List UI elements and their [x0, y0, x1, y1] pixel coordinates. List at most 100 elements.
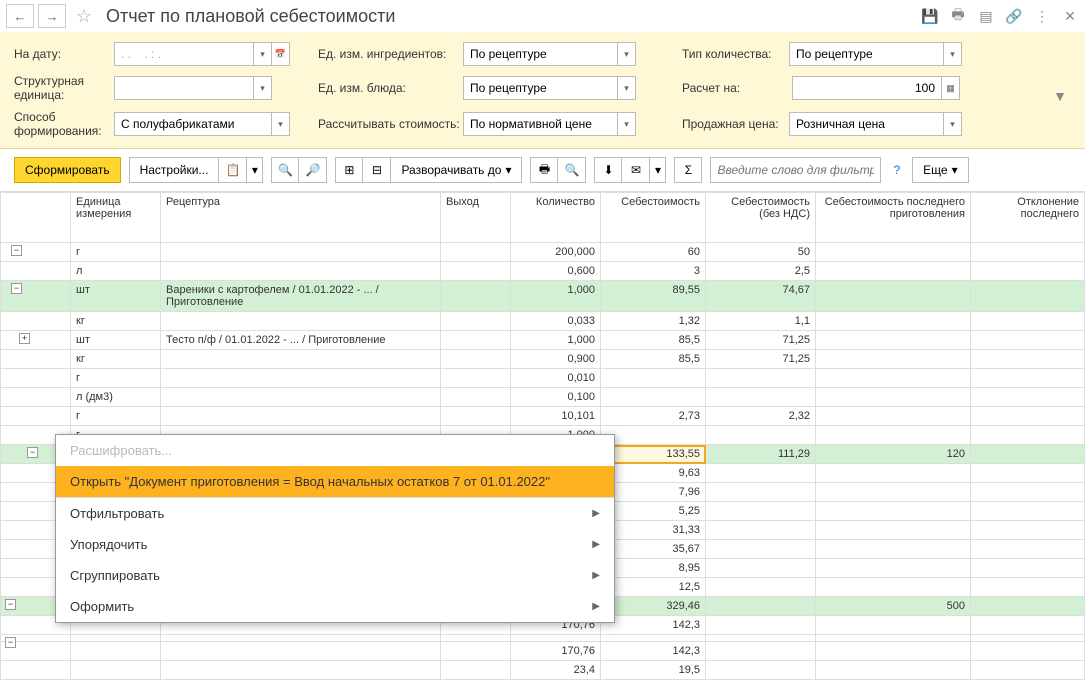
tree-toggle-icon[interactable]: +: [19, 333, 30, 344]
cost-header[interactable]: Себестоимость: [601, 193, 706, 243]
ingr-unit-input[interactable]: [463, 42, 618, 66]
cost-last-cell: [816, 642, 971, 661]
date-dropdown-button[interactable]: ▾: [254, 42, 272, 66]
table-row[interactable]: кг 0,900 85,5 71,25: [1, 350, 1085, 369]
cost-novat-cell: [706, 661, 816, 680]
output-cell: [441, 369, 511, 388]
preview-button[interactable]: 🔍: [558, 157, 586, 183]
date-input[interactable]: [114, 42, 254, 66]
print-button[interactable]: 🖶: [530, 157, 558, 183]
table-row[interactable]: кг 0,033 1,32 1,1: [1, 312, 1085, 331]
table-row[interactable]: л 0,600 3 2,5: [1, 262, 1085, 281]
recipe-cell: [161, 407, 441, 426]
save-file-button[interactable]: ⬇: [594, 157, 622, 183]
qty-type-input[interactable]: [789, 42, 944, 66]
tree-cell: [1, 312, 71, 331]
deviation-cell: [971, 407, 1085, 426]
unit-cell: г: [71, 243, 161, 262]
document-icon[interactable]: ▤: [977, 7, 995, 25]
tree-toggle-icon[interactable]: −: [5, 599, 16, 610]
dish-unit-input[interactable]: [463, 76, 618, 100]
method-input[interactable]: [114, 112, 272, 136]
price-input[interactable]: [789, 112, 944, 136]
ctx-filter[interactable]: Отфильтровать▶: [56, 498, 614, 529]
price-dropdown[interactable]: ▾: [944, 112, 962, 136]
struct-unit-dropdown[interactable]: ▾: [254, 76, 272, 100]
cost-cell: 12,5: [601, 578, 706, 597]
tree-toggle-icon[interactable]: −: [27, 447, 38, 458]
qty-type-dropdown[interactable]: ▾: [944, 42, 962, 66]
deviation-cell: [971, 616, 1085, 635]
ctx-sort[interactable]: Упорядочить▶: [56, 529, 614, 560]
tree-toggle-icon[interactable]: −: [11, 283, 22, 294]
sum-button[interactable]: Σ: [674, 157, 702, 183]
cost-last-cell: 500: [816, 597, 971, 616]
collapse-all-button[interactable]: ⊟: [363, 157, 391, 183]
link-icon[interactable]: 🔗: [1005, 7, 1023, 25]
cost-calc-dropdown[interactable]: ▾: [618, 112, 636, 136]
ctx-group[interactable]: Сгруппировать▶: [56, 560, 614, 591]
unit-header[interactable]: Единица измерения: [71, 193, 161, 243]
cost-cell: 8,95: [601, 559, 706, 578]
more-button[interactable]: Еще ▾: [912, 157, 968, 183]
ctx-format[interactable]: Оформить▶: [56, 591, 614, 622]
struct-unit-input[interactable]: [114, 76, 254, 100]
settings-button[interactable]: Настройки...: [129, 157, 220, 183]
recipe-header[interactable]: Рецептура: [161, 193, 441, 243]
table-row[interactable]: −: [1, 635, 1085, 642]
expand-to-button[interactable]: Разворачивать до ▾: [391, 157, 522, 183]
calc-input[interactable]: [792, 76, 942, 100]
variant-dropdown[interactable]: ▾: [247, 157, 263, 183]
tree-toggle-icon[interactable]: −: [11, 245, 22, 256]
table-row[interactable]: − шт Вареники с картофелем / 01.01.2022 …: [1, 281, 1085, 312]
method-dropdown[interactable]: ▾: [272, 112, 290, 136]
ctx-open-document[interactable]: Открыть "Документ приготовления = Ввод н…: [56, 466, 614, 497]
cost-novat-header[interactable]: Себестоимость (без НДС): [706, 193, 816, 243]
cost-last-cell: [816, 262, 971, 281]
save-icon[interactable]: 💾: [921, 7, 939, 25]
help-link[interactable]: ?: [893, 163, 900, 177]
table-row[interactable]: 23,4 19,5: [1, 661, 1085, 680]
tree-cell: −: [1, 635, 71, 642]
back-button[interactable]: ←: [6, 4, 34, 28]
output-header[interactable]: Выход: [441, 193, 511, 243]
table-row[interactable]: л (дм3) 0,100: [1, 388, 1085, 407]
deviation-header[interactable]: Отклонение последнего: [971, 193, 1085, 243]
generate-button[interactable]: Сформировать: [14, 157, 121, 183]
favorite-icon[interactable]: ☆: [74, 6, 94, 26]
ingr-unit-dropdown[interactable]: ▾: [618, 42, 636, 66]
table-row[interactable]: г 10,101 2,73 2,32: [1, 407, 1085, 426]
search-button[interactable]: 🔍: [271, 157, 299, 183]
toolbar: Сформировать Настройки... 📋 ▾ 🔍 🔎 ⊞ ⊟ Ра…: [0, 149, 1085, 192]
qty-cell: 0,900: [511, 350, 601, 369]
date-calendar-button[interactable]: 📅: [272, 42, 290, 66]
deviation-cell: [971, 312, 1085, 331]
cost-last-cell: [816, 502, 971, 521]
table-row[interactable]: + шт Тесто п/ф / 01.01.2022 - ... / Приг…: [1, 331, 1085, 350]
expand-all-button[interactable]: ⊞: [335, 157, 363, 183]
search-next-button[interactable]: 🔎: [299, 157, 327, 183]
deviation-cell: [971, 578, 1085, 597]
email-button[interactable]: ✉: [622, 157, 650, 183]
email-dropdown[interactable]: ▾: [650, 157, 666, 183]
table-row[interactable]: г 0,010: [1, 369, 1085, 388]
close-icon[interactable]: ✕: [1061, 7, 1079, 25]
cost-cell: 31,33: [601, 521, 706, 540]
print-icon[interactable]: 🖶: [949, 7, 967, 25]
cost-last-header[interactable]: Себестоимость последнего приготовления: [816, 193, 971, 243]
output-cell: [441, 243, 511, 262]
more-icon[interactable]: ⋮: [1033, 7, 1051, 25]
table-row[interactable]: 170,76 142,3: [1, 642, 1085, 661]
table-row[interactable]: − г 200,000 60 50: [1, 243, 1085, 262]
calc-calculator-button[interactable]: ▦: [942, 76, 960, 100]
struct-unit-label: Структурная единица:: [14, 74, 114, 102]
filter-icon[interactable]: ▼: [1053, 88, 1067, 104]
qty-header[interactable]: Количество: [511, 193, 601, 243]
cost-calc-input[interactable]: [463, 112, 618, 136]
filter-input[interactable]: [710, 157, 881, 183]
method-label: Способ формирования:: [14, 110, 114, 138]
variant-button[interactable]: 📋: [219, 157, 247, 183]
forward-button[interactable]: →: [38, 4, 66, 28]
deviation-cell: [971, 445, 1085, 464]
dish-unit-dropdown[interactable]: ▾: [618, 76, 636, 100]
